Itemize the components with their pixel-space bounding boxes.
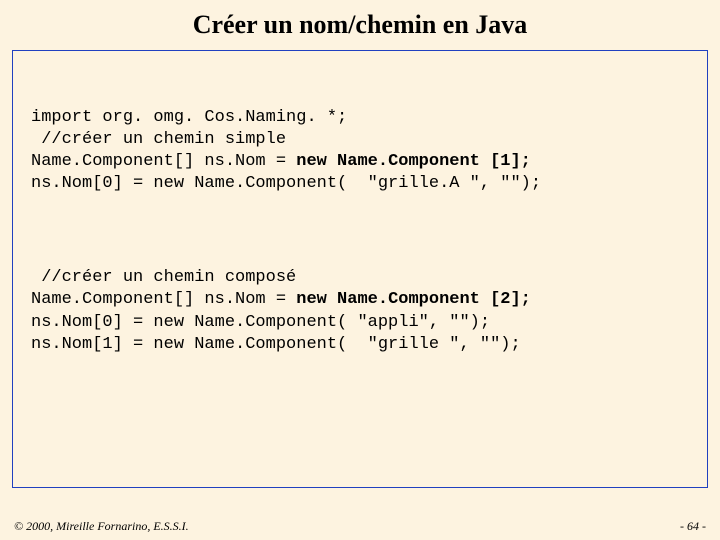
code-line: //créer un chemin composé (31, 268, 296, 287)
page-number: - 64 - (680, 519, 706, 534)
code-bold: new Name.Component [1]; (296, 152, 531, 171)
code-line: import org. omg. Cos.Naming. *; (31, 108, 347, 127)
code-line: ns.Nom[0] = new Name.Component( "grille.… (31, 174, 541, 193)
footer: © 2000, Mireille Fornarino, E.S.S.I. - 6… (14, 519, 706, 534)
code-bold: new Name.Component [2]; (296, 290, 531, 309)
slide-title: Créer un nom/chemin en Java (0, 0, 720, 50)
code-block-2: //créer un chemin composé Name.Component… (31, 267, 689, 355)
code-line: Name.Component[] ns.Nom = (31, 152, 296, 171)
content-frame: import org. omg. Cos.Naming. *; //créer … (12, 50, 708, 488)
copyright: © 2000, Mireille Fornarino, E.S.S.I. (14, 519, 189, 534)
code-line: ns.Nom[1] = new Name.Component( "grille … (31, 335, 521, 354)
code-line: //créer un chemin simple (31, 130, 286, 149)
code-block-1: import org. omg. Cos.Naming. *; //créer … (31, 107, 689, 195)
code-line: Name.Component[] ns.Nom = (31, 290, 296, 309)
code-line: ns.Nom[0] = new Name.Component( "appli",… (31, 313, 490, 332)
